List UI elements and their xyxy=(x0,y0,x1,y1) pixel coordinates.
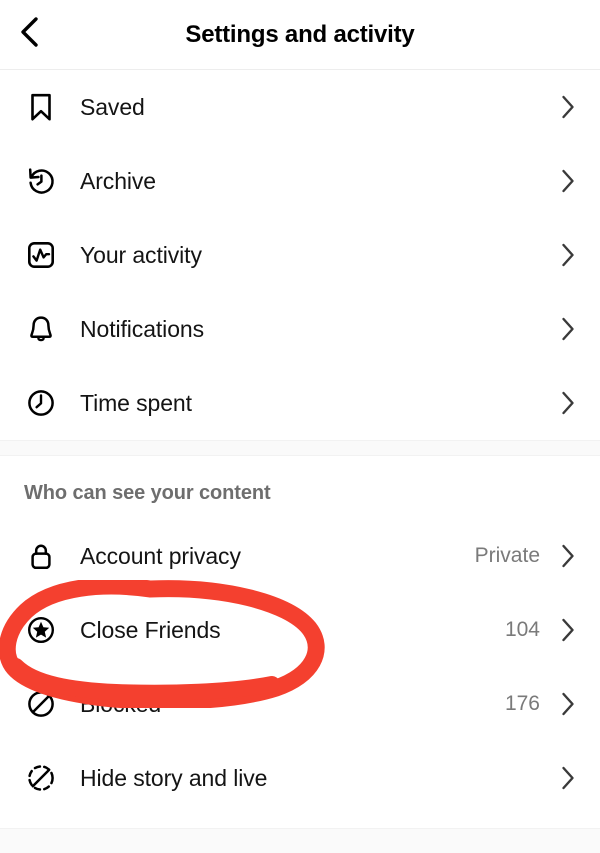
lock-icon xyxy=(24,539,58,573)
star-circle-icon xyxy=(24,613,58,647)
back-button[interactable] xyxy=(6,12,52,58)
settings-row-value: Private xyxy=(474,544,540,567)
settings-row-close-friends[interactable]: Close Friends 104 xyxy=(0,593,600,667)
settings-row-saved[interactable]: Saved xyxy=(0,70,600,144)
settings-row-blocked[interactable]: Blocked 176 xyxy=(0,667,600,741)
bottom-divider-band xyxy=(0,828,600,853)
chevron-left-icon xyxy=(16,15,42,54)
app-header: Settings and activity xyxy=(0,0,600,70)
settings-row-label: Blocked xyxy=(80,690,162,717)
settings-row-value: 176 xyxy=(504,692,540,715)
archive-clock-icon xyxy=(24,164,58,198)
settings-row-label: Close Friends xyxy=(80,616,221,643)
chevron-right-icon xyxy=(558,390,578,416)
hide-story-icon xyxy=(24,761,58,795)
settings-row-hide-story-and-live[interactable]: Hide story and live xyxy=(0,741,600,815)
settings-row-archive[interactable]: Archive xyxy=(0,144,600,218)
settings-and-activity-screen: Settings and activity Saved Archive Your… xyxy=(0,0,600,853)
settings-row-label: Archive xyxy=(80,167,156,194)
chevron-right-icon xyxy=(558,617,578,643)
settings-row-label: Hide story and live xyxy=(80,764,268,791)
section-header-who-can-see: Who can see your content xyxy=(24,482,271,504)
settings-row-label: Time spent xyxy=(80,389,192,416)
settings-row-notifications[interactable]: Notifications xyxy=(0,292,600,366)
section-divider-band xyxy=(0,440,600,456)
bookmark-icon xyxy=(24,90,58,124)
settings-row-label: Your activity xyxy=(80,241,202,268)
chevron-right-icon xyxy=(558,168,578,194)
settings-section-primary: Saved Archive Your activity Notification… xyxy=(0,70,600,440)
settings-row-label: Saved xyxy=(80,93,145,120)
clock-icon xyxy=(24,386,58,420)
chevron-right-icon xyxy=(558,242,578,268)
chevron-right-icon xyxy=(558,316,578,342)
settings-section-visibility: Who can see your content Account privacy… xyxy=(0,456,600,815)
settings-row-value: 104 xyxy=(504,618,540,641)
page-title: Settings and activity xyxy=(185,20,415,48)
chevron-right-icon xyxy=(558,94,578,120)
chevron-right-icon xyxy=(558,543,578,569)
settings-row-time-spent[interactable]: Time spent xyxy=(0,366,600,440)
chevron-right-icon xyxy=(558,691,578,717)
bell-icon xyxy=(24,312,58,346)
settings-row-label: Notifications xyxy=(80,315,204,342)
chevron-right-icon xyxy=(558,765,578,791)
settings-row-label: Account privacy xyxy=(80,542,241,569)
activity-chart-icon xyxy=(24,238,58,272)
settings-row-account-privacy[interactable]: Account privacy Private xyxy=(0,519,600,593)
block-icon xyxy=(24,687,58,721)
settings-row-your-activity[interactable]: Your activity xyxy=(0,218,600,292)
